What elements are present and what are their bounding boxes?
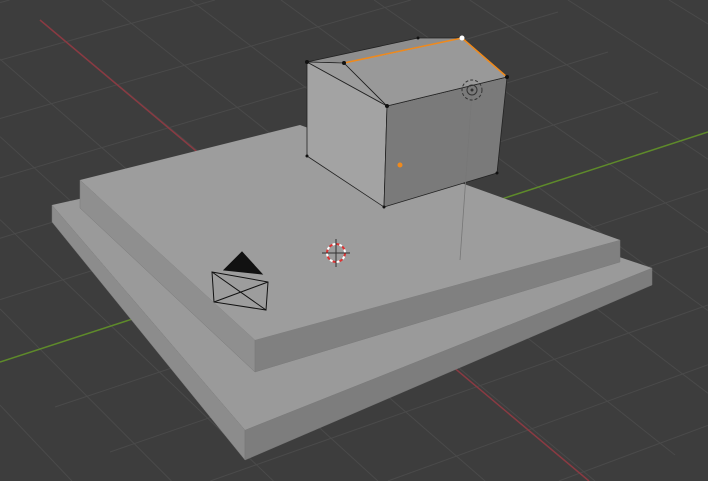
- object-origin: [397, 162, 403, 168]
- viewport-canvas[interactable]: [0, 0, 708, 481]
- 3d-viewport[interactable]: [0, 0, 708, 481]
- active-vertex: [459, 35, 465, 41]
